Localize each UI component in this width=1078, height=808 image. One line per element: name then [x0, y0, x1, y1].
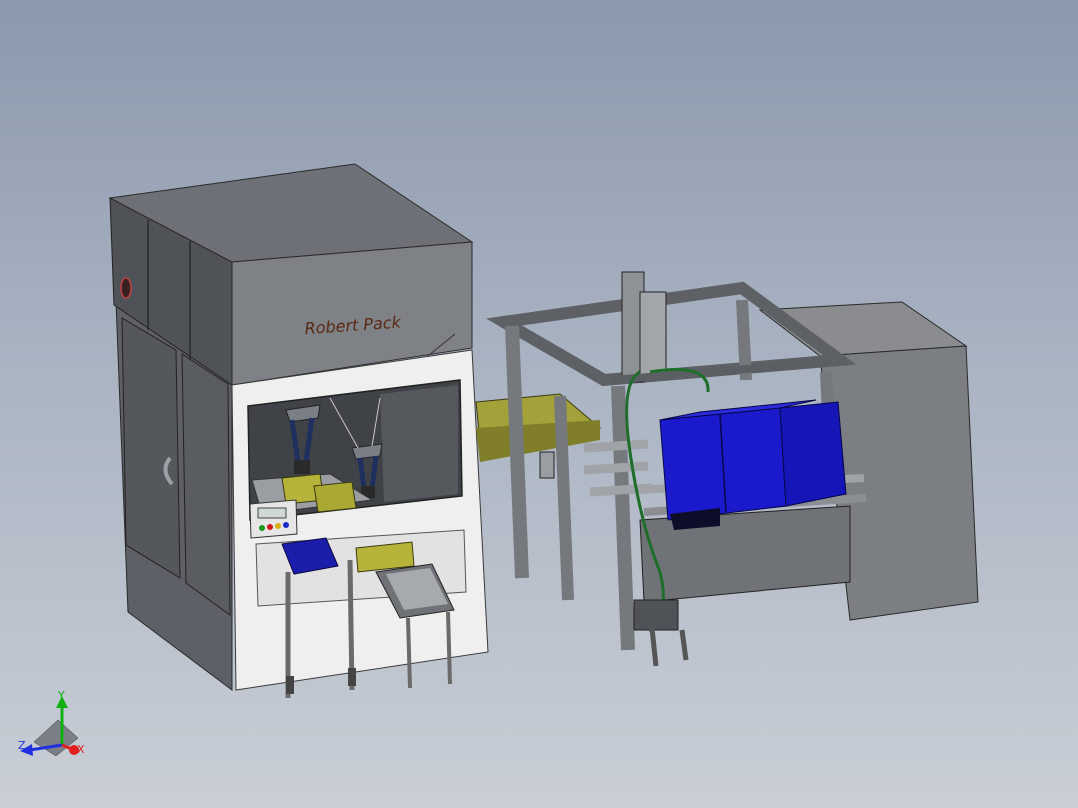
y-axis-label: Y — [57, 689, 65, 702]
assembly-model[interactable]: Robert Pack Y Z X — [0, 0, 1078, 808]
case-2[interactable] — [779, 401, 847, 507]
x-axis-label: X — [77, 743, 85, 756]
frame-post-2 — [554, 395, 574, 601]
cad-viewport[interactable]: Robert Pack Y Z X — [0, 0, 1078, 808]
actuator-leg-2 — [679, 629, 689, 661]
side-door-2[interactable] — [181, 353, 231, 616]
product-box-2[interactable] — [313, 481, 357, 513]
frame-post-1 — [505, 325, 529, 579]
reset-button-icon[interactable] — [275, 523, 281, 529]
sensor-bracket — [539, 451, 555, 479]
robot-packer-machine[interactable]: Robert Pack — [108, 163, 489, 698]
actuator-leg-1 — [649, 627, 659, 667]
status-lamp-icon — [120, 277, 132, 299]
case-packer-machine[interactable] — [486, 271, 979, 667]
lower-tank — [639, 505, 851, 603]
bottom-actuator[interactable] — [633, 599, 679, 631]
start-button-icon[interactable] — [259, 525, 265, 531]
coordinate-triad[interactable]: Y Z X — [18, 689, 85, 757]
side-door-1[interactable] — [121, 317, 181, 579]
hmi-screen[interactable] — [257, 507, 287, 519]
inner-back-wall — [380, 385, 458, 502]
control-panel[interactable] — [249, 499, 298, 539]
z-axis-label: Z — [18, 739, 26, 752]
mode-button-icon[interactable] — [283, 522, 289, 528]
stop-button-icon[interactable] — [267, 524, 273, 530]
